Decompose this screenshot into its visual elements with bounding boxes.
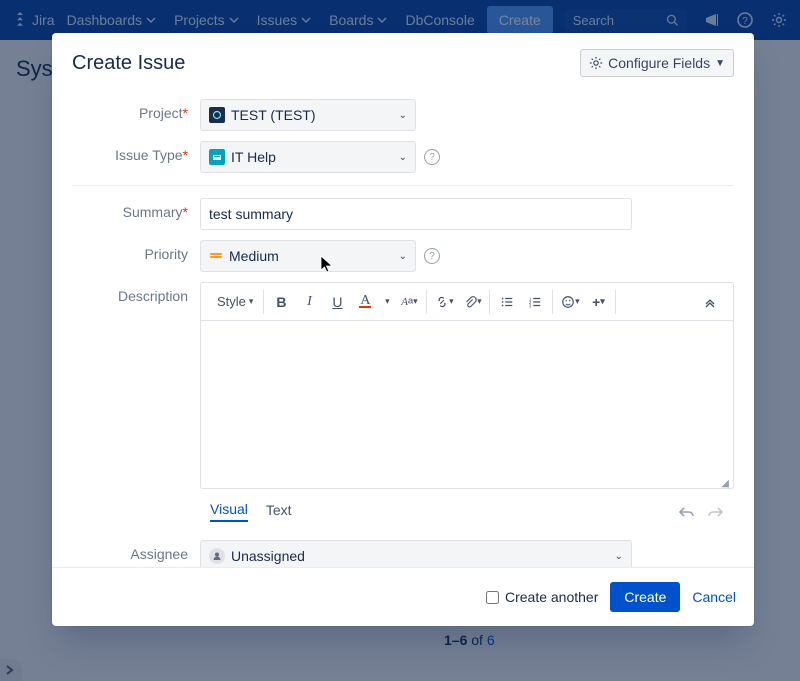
tab-visual[interactable]: Visual	[210, 501, 248, 522]
issue-type-icon	[209, 149, 225, 165]
chevron-down-icon: ⌄	[615, 551, 623, 562]
style-dropdown[interactable]: Style▾	[213, 294, 257, 309]
attachment-button[interactable]: ▾	[461, 291, 483, 313]
description-textarea[interactable]	[201, 321, 733, 475]
chevron-down-icon: ⌄	[399, 110, 407, 121]
add-button[interactable]: +▾	[587, 291, 609, 313]
priority-label: Priority	[72, 240, 200, 262]
assignee-select[interactable]: Unassigned ⌄	[200, 540, 632, 567]
chevron-down-icon: ⌄	[399, 152, 407, 163]
help-icon[interactable]: ?	[424, 149, 440, 165]
number-list-button[interactable]: 123	[524, 291, 546, 313]
tab-text[interactable]: Text	[266, 502, 292, 521]
chevron-down-icon: ⌄	[399, 251, 407, 262]
project-icon	[209, 107, 225, 123]
editor-toolbar: Style▾ B I U A ▾ Aᵃ▾ ▾ ▾	[201, 283, 733, 321]
bold-button[interactable]: B	[270, 291, 292, 313]
create-submit-button[interactable]: Create	[610, 582, 680, 612]
priority-medium-icon	[209, 249, 223, 263]
modal-body: Project* TEST (TEST) ⌄ Issue Type* IT He…	[52, 89, 754, 567]
create-another-input[interactable]	[486, 591, 499, 604]
svg-text:3: 3	[529, 303, 532, 308]
gear-icon	[589, 56, 603, 70]
editor-tabs: Visual Text	[200, 493, 734, 530]
help-icon[interactable]: ?	[424, 248, 440, 264]
text-color-caret[interactable]: ▾	[382, 291, 392, 313]
redo-button[interactable]	[706, 505, 724, 519]
resize-handle-icon[interactable]: ◢	[201, 478, 733, 488]
description-editor: Style▾ B I U A ▾ Aᵃ▾ ▾ ▾	[200, 282, 734, 489]
project-select[interactable]: TEST (TEST) ⌄	[200, 99, 416, 131]
create-issue-modal: Create Issue Configure Fields ▼ Project*…	[52, 33, 754, 626]
create-another-checkbox[interactable]: Create another	[486, 589, 598, 605]
issue-type-label: Issue Type*	[72, 141, 200, 163]
collapse-toolbar-button[interactable]	[699, 291, 721, 313]
description-label: Description	[72, 282, 200, 304]
project-label: Project*	[72, 99, 200, 121]
link-button[interactable]: ▾	[433, 291, 455, 313]
bullet-list-button[interactable]	[496, 291, 518, 313]
more-format-button[interactable]: Aᵃ▾	[398, 291, 420, 313]
modal-footer: Create another Create Cancel	[52, 567, 754, 626]
underline-button[interactable]: U	[326, 291, 348, 313]
text-color-button[interactable]: A	[354, 291, 376, 313]
undo-button[interactable]	[678, 505, 696, 519]
modal-header: Create Issue Configure Fields ▼	[52, 33, 754, 89]
assignee-label: Assignee	[72, 540, 200, 562]
modal-title: Create Issue	[72, 52, 185, 75]
unassigned-avatar-icon	[209, 548, 225, 564]
priority-select[interactable]: Medium ⌄	[200, 240, 416, 272]
cancel-link[interactable]: Cancel	[692, 589, 736, 605]
configure-fields-button[interactable]: Configure Fields ▼	[580, 49, 734, 77]
italic-button[interactable]: I	[298, 291, 320, 313]
summary-input[interactable]	[200, 198, 632, 230]
issue-type-select[interactable]: IT Help ⌄	[200, 141, 416, 173]
summary-label: Summary*	[72, 198, 200, 220]
emoji-button[interactable]: ▾	[559, 291, 581, 313]
